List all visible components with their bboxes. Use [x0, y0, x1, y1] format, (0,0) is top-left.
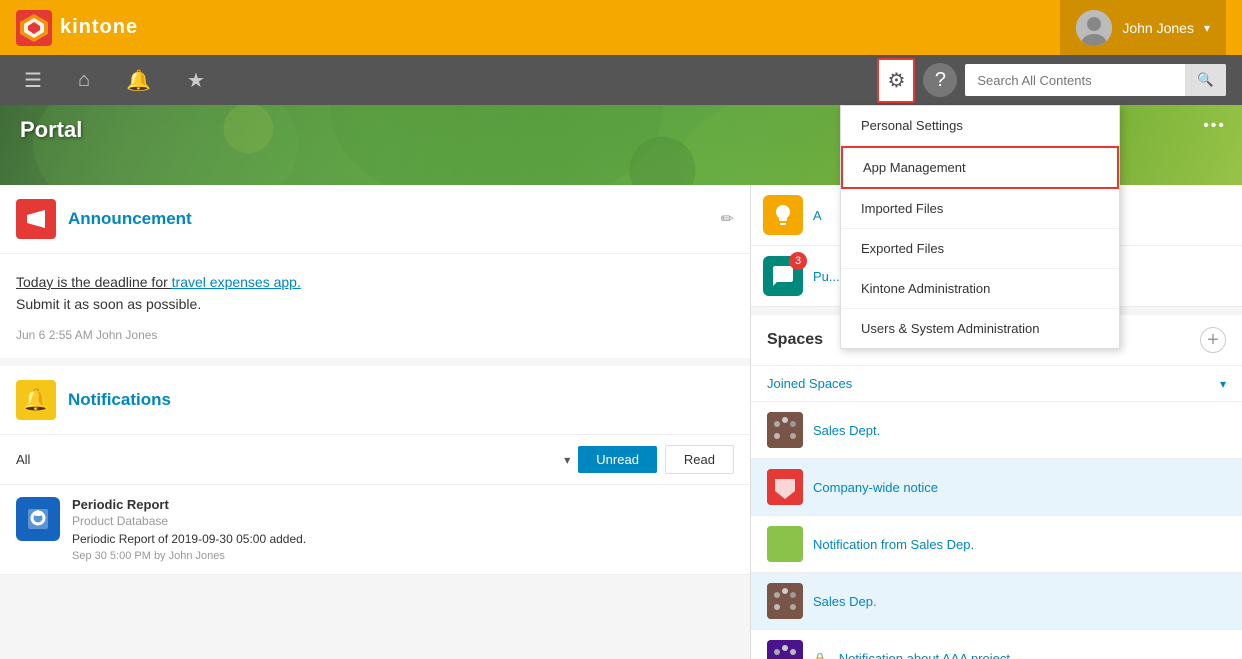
- notifications-title: Notifications: [68, 390, 171, 410]
- navbar: ☰ ⌂ 🔔 ★ ⚙ ? 🔍: [0, 55, 1242, 105]
- announcement-title: Announcement: [68, 209, 709, 229]
- announcement-link[interactable]: travel expenses app.: [172, 274, 301, 290]
- help-icon: ?: [935, 69, 946, 92]
- space-item-1[interactable]: Sales Dept.: [751, 402, 1242, 459]
- space-icon-3: [767, 526, 803, 562]
- announcement-header: Announcement ✏: [0, 185, 750, 254]
- space-icon-2: [767, 469, 803, 505]
- notifications-filter: All ▾ Unread Read: [0, 435, 750, 485]
- announcement-edit-icon[interactable]: ✏: [721, 209, 734, 229]
- joined-spaces-label: Joined Spaces: [767, 376, 1220, 391]
- space-name-5: Notification about AAA project: [839, 651, 1010, 659]
- search-button[interactable]: 🔍: [1185, 64, 1226, 96]
- dropdown-kintone-admin[interactable]: Kintone Administration: [841, 269, 1119, 309]
- unread-button[interactable]: Unread: [578, 446, 657, 473]
- notification-content: Periodic Report Product Database Periodi…: [72, 497, 306, 562]
- lock-icon: 🔒: [813, 652, 827, 659]
- notification-subtitle: Product Database: [72, 514, 306, 528]
- app-label-2: Pu...: [813, 269, 840, 284]
- space-icon-1: [767, 412, 803, 448]
- dropdown-exported-files[interactable]: Exported Files: [841, 229, 1119, 269]
- announcement-prefix: Today is the deadline for: [16, 274, 172, 290]
- space-name-2: Company-wide notice: [813, 480, 938, 495]
- logo-text: kintone: [60, 16, 138, 39]
- space-name-4: Sales Dep.: [813, 594, 877, 609]
- left-panel: Announcement ✏ Today is the deadline for…: [0, 185, 750, 659]
- spaces-add-button[interactable]: +: [1200, 327, 1226, 353]
- space-item-5[interactable]: 🔒 Notification about AAA project: [751, 630, 1242, 659]
- space-item-4[interactable]: Sales Dep.: [751, 573, 1242, 630]
- notification-title: Periodic Report: [72, 497, 306, 512]
- space-icon-5: [767, 640, 803, 659]
- announcement-meta: Jun 6 2:55 AM John Jones: [16, 328, 734, 342]
- search-box: 🔍: [965, 64, 1226, 96]
- announcement-text: Today is the deadline for travel expense…: [16, 274, 734, 290]
- joined-spaces-chevron: ▾: [1220, 377, 1226, 391]
- space-item-2[interactable]: Company-wide notice: [751, 459, 1242, 516]
- notification-app-icon: [16, 497, 60, 541]
- menu-icon[interactable]: ☰: [16, 60, 50, 101]
- home-icon[interactable]: ⌂: [70, 61, 98, 100]
- dropdown-users-admin[interactable]: Users & System Administration: [841, 309, 1119, 348]
- portal-more-button[interactable]: •••: [1203, 117, 1226, 135]
- bell-icon[interactable]: 🔔: [118, 60, 159, 101]
- kintone-logo-icon: [16, 10, 52, 46]
- header: kintone John Jones ▾: [0, 0, 1242, 55]
- notification-meta: Sep 30 5:00 PM by John Jones: [72, 550, 306, 562]
- filter-all-label: All: [16, 452, 556, 467]
- help-icon-button[interactable]: ?: [923, 63, 957, 97]
- joined-spaces-header[interactable]: Joined Spaces ▾: [751, 366, 1242, 402]
- gear-icon: ⚙: [887, 70, 905, 92]
- app-icon-box: [763, 195, 803, 235]
- filter-dropdown-icon[interactable]: ▾: [564, 453, 570, 467]
- user-area[interactable]: John Jones ▾: [1060, 0, 1226, 55]
- notification-body: Periodic Report of 2019-09-30 05:00 adde…: [72, 532, 306, 546]
- space-name-3: Notification from Sales Dep.: [813, 537, 974, 552]
- notifications-icon: 🔔: [16, 380, 56, 420]
- announcement-body: Today is the deadline for travel expense…: [0, 254, 750, 358]
- notifications-header: 🔔 Notifications: [0, 366, 750, 435]
- chevron-down-icon: ▾: [1204, 21, 1210, 35]
- app-icon-box-2: 3: [763, 256, 803, 296]
- announcement-icon: [16, 199, 56, 239]
- space-name-1: Sales Dept.: [813, 423, 880, 438]
- search-icon: 🔍: [1197, 72, 1214, 87]
- app-badge: 3: [789, 252, 807, 270]
- gear-icon-button[interactable]: ⚙: [877, 58, 915, 103]
- dropdown-app-management[interactable]: App Management: [841, 146, 1119, 189]
- app-label-1: A: [813, 208, 822, 223]
- announcement-section: Announcement ✏ Today is the deadline for…: [0, 185, 750, 358]
- spaces-section: Spaces + Joined Spaces ▾: [751, 315, 1242, 659]
- dropdown-personal-settings[interactable]: Personal Settings: [841, 106, 1119, 146]
- portal-title: Portal: [20, 117, 82, 143]
- search-input[interactable]: [965, 65, 1185, 96]
- notification-item: Periodic Report Product Database Periodi…: [0, 485, 750, 575]
- user-name: John Jones: [1122, 20, 1194, 36]
- star-icon[interactable]: ★: [179, 60, 213, 101]
- space-item-3[interactable]: Notification from Sales Dep.: [751, 516, 1242, 573]
- announcement-submit-text: Submit it as soon as possible.: [16, 296, 734, 312]
- notifications-section: 🔔 Notifications All ▾ Unread Read: [0, 366, 750, 575]
- dropdown-imported-files[interactable]: Imported Files: [841, 189, 1119, 229]
- space-icon-4: [767, 583, 803, 619]
- read-button[interactable]: Read: [665, 445, 734, 474]
- dropdown-menu: Personal Settings App Management Importe…: [840, 105, 1120, 349]
- avatar: [1076, 10, 1112, 46]
- search-area: ⚙ ? 🔍: [877, 58, 1226, 103]
- logo-area: kintone: [16, 10, 1060, 46]
